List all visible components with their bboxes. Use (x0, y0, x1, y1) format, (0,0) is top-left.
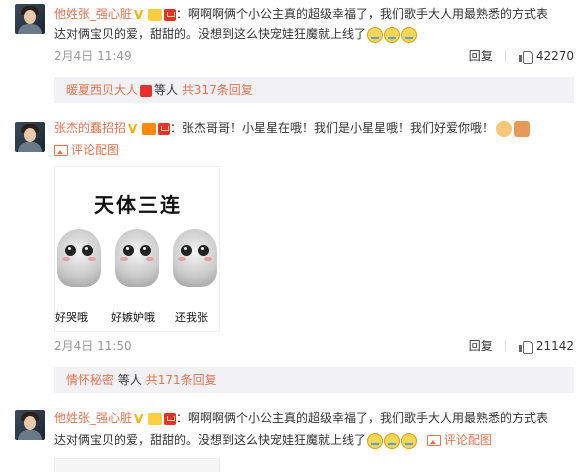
picture-icon (426, 435, 441, 446)
comment-text: 达对俩宝贝的爱，甜甜的。没想到这么快宠娃狂魔就上线了 (54, 433, 367, 447)
verified-v-icon: V (134, 7, 144, 22)
verified-v-icon: V (134, 411, 144, 426)
comment-text: ：啊啊啊俩个小公主真的超级幸福了，我们歌手大人用最熟悉的方式表 (176, 7, 549, 21)
member-badge-icon[interactable] (148, 412, 163, 425)
reply-button[interactable]: 回复 (469, 336, 493, 356)
thumb-up-icon (518, 339, 533, 354)
sub-reply-user[interactable]: 情怀秘密 (66, 373, 114, 387)
comment-time: 2月4日 11:50 (54, 339, 132, 353)
comment-body: 他姓张_强心脏 V ：啊啊啊俩个小公主真的超级幸福了，我们歌手大人用最熟悉的方式表 (54, 408, 548, 428)
like-count: 42270 (535, 49, 574, 63)
sticker-caption: 还我张 (175, 311, 208, 324)
red-envelope-badge-icon[interactable] (164, 412, 177, 425)
comment-actions: 回复 42270 (469, 46, 574, 66)
comment-body: 他姓张_强心脏 V ：啊啊啊俩个小公主真的超级幸福了，我们歌手大人用最熟悉的方式表 (54, 4, 548, 24)
comment-image[interactable] (54, 458, 220, 472)
like-count: 21142 (535, 339, 574, 353)
picture-icon (54, 145, 68, 156)
like-button[interactable]: 42270 (518, 46, 574, 66)
crying-emoji-icon (367, 432, 384, 449)
verified-v-icon: V (128, 121, 138, 136)
fist-emoji-icon (496, 120, 513, 137)
member-badge-icon[interactable] (148, 8, 163, 21)
sub-reply-summary[interactable]: 暖夏西贝大人 等人 共317条回复 (54, 77, 574, 103)
comment-pic-link-label[interactable]: 评论配图 (444, 433, 492, 447)
sub-reply-count-link[interactable]: 共317条回复 (182, 83, 253, 97)
comment-image[interactable]: 天体三连 好哭哦 好嫉妒哦 还我张 (54, 166, 220, 332)
sub-reply-mid: 等人 (117, 373, 142, 387)
sub-reply-count-link[interactable]: 共171条回复 (146, 373, 217, 387)
sticker-character (57, 229, 101, 287)
comment-pic-link[interactable]: 评论配图 (426, 433, 492, 447)
red-envelope-badge-icon[interactable] (164, 8, 177, 21)
comment-username[interactable]: 他姓张_强心脏 (54, 7, 132, 21)
sticker-caption: 好嫉妒哦 (111, 311, 155, 324)
like-button[interactable]: 21142 (518, 336, 574, 356)
sticker-title: 天体三连 (94, 193, 182, 217)
comment-username[interactable]: 张杰的蠢招招 (54, 121, 126, 135)
cat-emoji-icon (514, 120, 531, 137)
comment-time: 2月4日 11:49 (54, 49, 132, 63)
avatar[interactable] (15, 4, 45, 34)
comment-body-line2: 达对俩宝贝的爱，甜甜的。没想到这么快宠娃狂魔就上线了 (54, 24, 418, 44)
crying-emoji-icon (401, 26, 418, 43)
comment-text: ：张杰哥哥！小星星在哦！我们是小星星哦！我们好爱你哦！ (170, 121, 495, 135)
comment-actions: 回复 21142 (469, 336, 574, 356)
crying-emoji-icon (367, 26, 384, 43)
crying-emoji-icon (384, 432, 401, 449)
sub-reply-user[interactable]: 暖夏西贝大人 (66, 83, 138, 97)
crying-emoji-icon (384, 26, 401, 43)
comment-text: ：啊啊啊俩个小公主真的超级幸福了，我们歌手大人用最熟悉的方式表 (176, 411, 549, 425)
divider (504, 340, 506, 352)
avatar[interactable] (15, 122, 45, 152)
comment-username[interactable]: 他姓张_强心脏 (54, 411, 132, 425)
red-envelope-badge-icon (140, 84, 153, 97)
sub-reply-mid: 等人 (154, 83, 179, 97)
comment-text: 达对俩宝贝的爱，甜甜的。没想到这么快宠娃狂魔就上线了 (54, 27, 367, 41)
comment-body-line2: 达对俩宝贝的爱，甜甜的。没想到这么快宠娃狂魔就上线了 评论配图 (54, 430, 492, 450)
thumb-up-icon (518, 49, 533, 64)
avatar[interactable] (15, 410, 45, 440)
member-badge-icon[interactable] (142, 122, 157, 135)
sticker-caption: 好哭哦 (55, 311, 88, 324)
crying-emoji-icon (401, 432, 418, 449)
comment-body: 张杰的蠢招招 V ：张杰哥哥！小星星在哦！我们是小星星哦！我们好爱你哦！ (54, 118, 531, 138)
comment-pic-link[interactable]: 评论配图 (54, 140, 119, 160)
sticker-character (115, 229, 159, 287)
reply-button[interactable]: 回复 (469, 46, 493, 66)
divider (504, 50, 506, 62)
sub-reply-summary[interactable]: 情怀秘密 等人 共171条回复 (54, 367, 574, 393)
red-envelope-badge-icon[interactable] (158, 122, 171, 135)
sticker-character (173, 229, 217, 287)
comment-pic-link-label[interactable]: 评论配图 (71, 143, 119, 157)
